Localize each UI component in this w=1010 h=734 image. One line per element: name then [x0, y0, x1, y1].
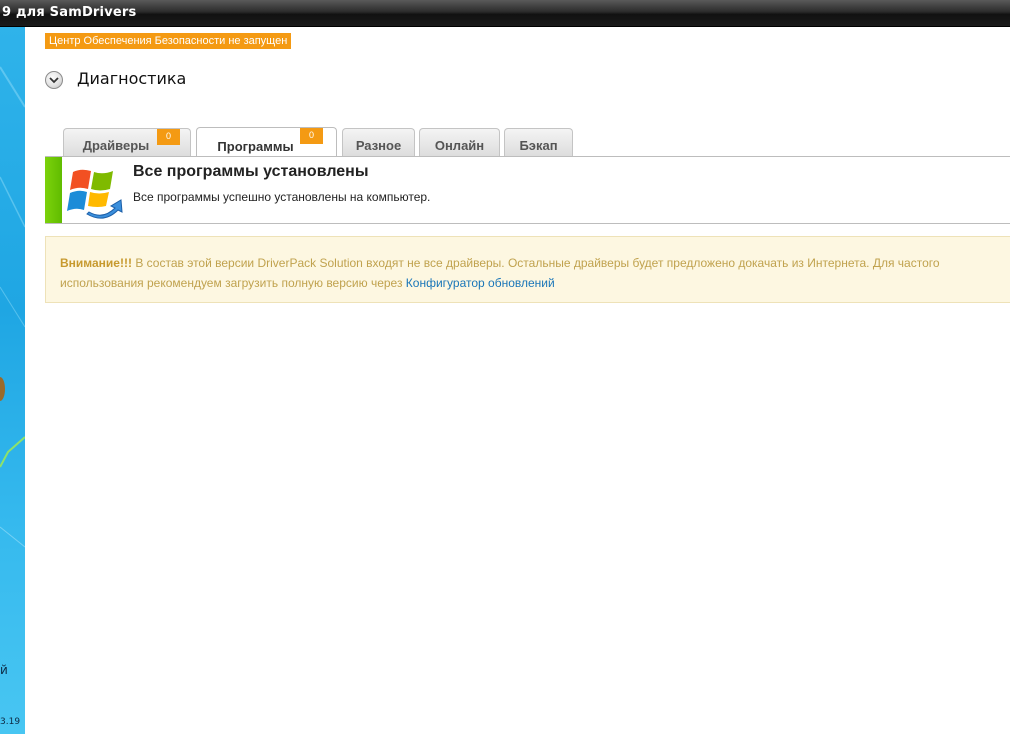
status-title: Все программы установлены — [133, 163, 369, 180]
windows-update-icon — [67, 169, 123, 219]
tab-backup-label: Бэкап — [519, 138, 558, 153]
desktop-wallpaper-graphic — [0, 66, 25, 548]
programs-status-panel: Все программы установлены Все программы … — [45, 157, 1010, 224]
tab-misc-label: Разное — [355, 138, 402, 153]
tab-drivers-count-badge: 0 — [157, 129, 180, 145]
main-content: Центр Обеспечения Безопасности не запуще… — [25, 27, 1010, 734]
update-configurator-link[interactable]: Конфигуратор обновлений — [406, 276, 555, 290]
warning-line-2: использования рекомендуем загрузить полн… — [60, 276, 555, 290]
tab-online-label: Онлайн — [434, 138, 485, 153]
warning-notice-box: Внимание!!! В состав этой версии DriverP… — [45, 236, 1010, 303]
window-title: 9 для SamDrivers — [2, 5, 137, 20]
window-title-bar[interactable]: 9 для SamDrivers — [0, 0, 1010, 27]
diagnostics-section-title[interactable]: Диагностика — [77, 69, 186, 88]
security-center-warning-badge[interactable]: Центр Обеспечения Безопасности не запуще… — [45, 33, 292, 49]
warning-line-1: Внимание!!! В состав этой версии DriverP… — [60, 256, 940, 270]
desktop-side-text: й — [0, 663, 8, 677]
warning-text-2: использования рекомендуем загрузить полн… — [60, 276, 406, 290]
desktop-background-strip: й 3.19 — [0, 27, 25, 734]
tab-online[interactable]: Онлайн — [419, 128, 500, 157]
warning-text-1: В состав этой версии DriverPack Solution… — [131, 256, 940, 270]
status-success-indicator — [45, 157, 62, 223]
desktop-version-text: 3.19 — [0, 717, 21, 727]
tab-programs[interactable]: Программы 0 — [196, 127, 337, 158]
diagnostics-expand-button[interactable] — [45, 71, 63, 89]
tab-backup[interactable]: Бэкап — [504, 128, 573, 157]
status-description: Все программы успешно установлены на ком… — [133, 190, 431, 204]
tab-programs-count-badge: 0 — [300, 128, 323, 144]
chevron-down-icon — [49, 77, 59, 84]
tab-drivers[interactable]: Драйверы 0 — [63, 128, 191, 157]
warning-label: Внимание!!! — [60, 256, 132, 270]
tab-misc[interactable]: Разное — [342, 128, 415, 157]
